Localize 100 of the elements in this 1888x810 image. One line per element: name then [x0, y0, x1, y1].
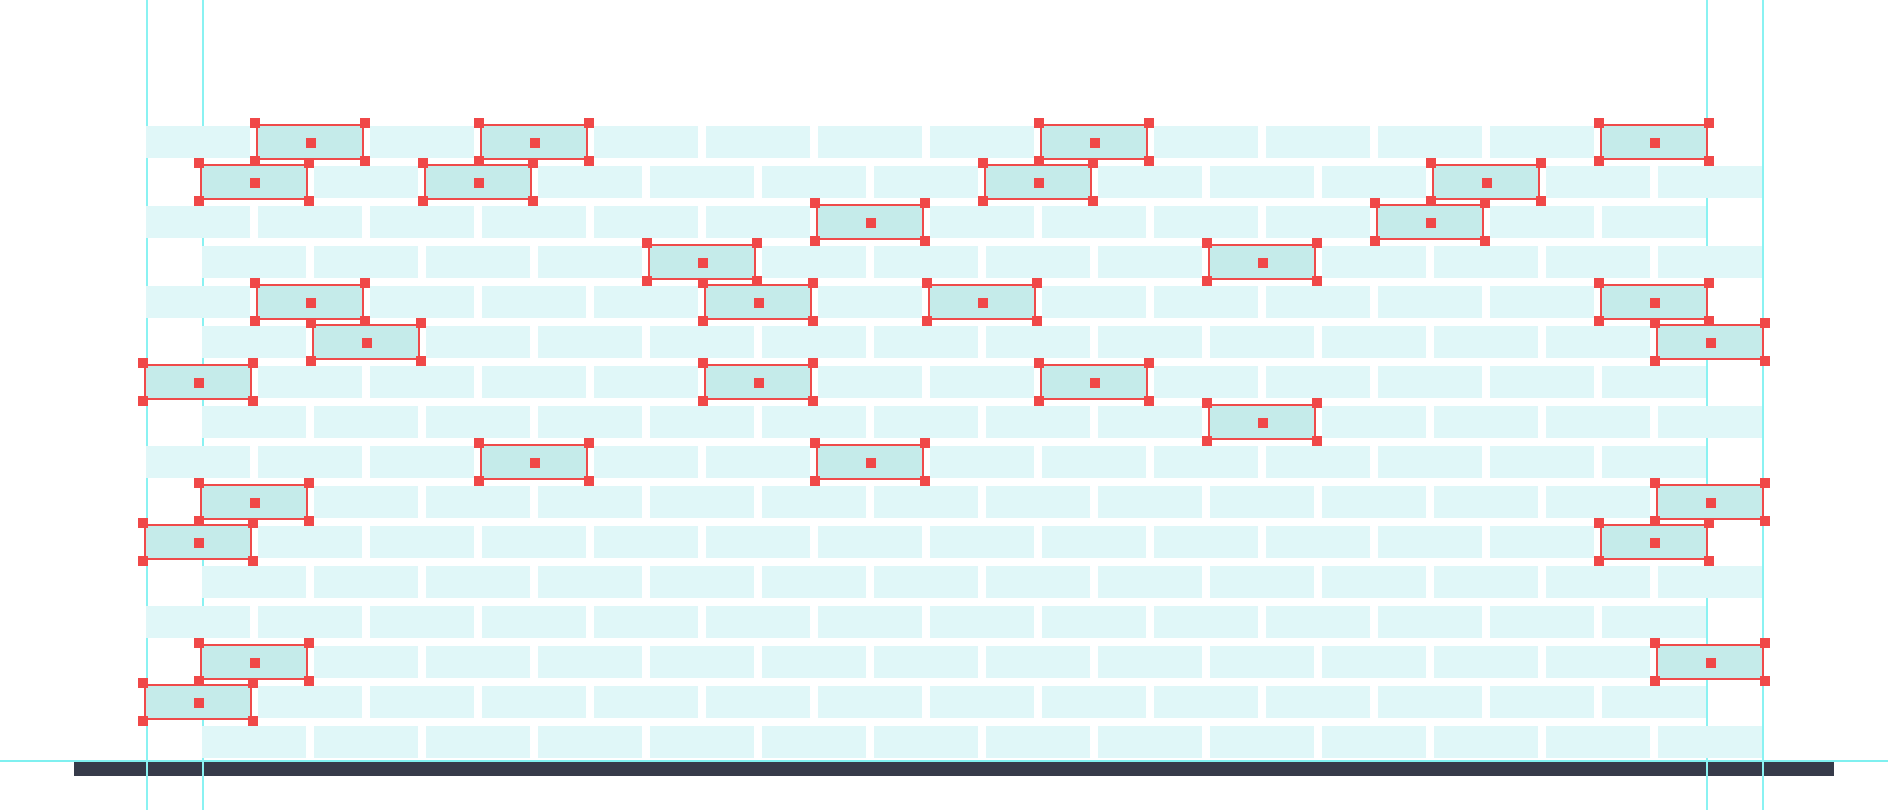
resize-handle[interactable] — [1594, 316, 1604, 326]
brick[interactable] — [1210, 486, 1314, 518]
brick[interactable] — [930, 686, 1034, 718]
resize-handle[interactable] — [808, 396, 818, 406]
resize-handle[interactable] — [810, 236, 820, 246]
resize-handle[interactable] — [306, 356, 316, 366]
resize-handle[interactable] — [248, 556, 258, 566]
brick[interactable] — [1546, 726, 1650, 758]
center-handle[interactable] — [194, 378, 204, 388]
brick[interactable] — [1098, 646, 1202, 678]
resize-handle[interactable] — [698, 358, 708, 368]
brick[interactable] — [594, 606, 698, 638]
resize-handle[interactable] — [642, 238, 652, 248]
selected-brick[interactable] — [480, 124, 588, 160]
brick[interactable] — [1378, 606, 1482, 638]
center-handle[interactable] — [754, 378, 764, 388]
resize-handle[interactable] — [1312, 398, 1322, 408]
brick[interactable] — [482, 606, 586, 638]
brick[interactable] — [482, 526, 586, 558]
resize-handle[interactable] — [1760, 676, 1770, 686]
selected-brick[interactable] — [928, 284, 1036, 320]
brick[interactable] — [1210, 726, 1314, 758]
center-handle[interactable] — [1090, 138, 1100, 148]
brick[interactable] — [650, 726, 754, 758]
resize-handle[interactable] — [922, 278, 932, 288]
resize-handle[interactable] — [1760, 356, 1770, 366]
resize-handle[interactable] — [250, 118, 260, 128]
brick[interactable] — [370, 686, 474, 718]
brick[interactable] — [1434, 726, 1538, 758]
resize-handle[interactable] — [1536, 196, 1546, 206]
selected-brick[interactable] — [144, 364, 252, 400]
resize-handle[interactable] — [248, 716, 258, 726]
brick[interactable] — [1378, 446, 1482, 478]
brick[interactable] — [762, 726, 866, 758]
resize-handle[interactable] — [138, 358, 148, 368]
center-handle[interactable] — [530, 458, 540, 468]
brick[interactable] — [1154, 606, 1258, 638]
resize-handle[interactable] — [1370, 198, 1380, 208]
selected-brick[interactable] — [704, 364, 812, 400]
brick[interactable] — [1378, 366, 1482, 398]
brick[interactable] — [482, 366, 586, 398]
selected-brick[interactable] — [312, 324, 420, 360]
brick[interactable] — [1490, 686, 1594, 718]
selected-brick[interactable] — [144, 684, 252, 720]
brick[interactable] — [538, 646, 642, 678]
brick[interactable] — [1266, 526, 1370, 558]
brick[interactable] — [818, 526, 922, 558]
resize-handle[interactable] — [194, 196, 204, 206]
resize-handle[interactable] — [1594, 156, 1604, 166]
resize-handle[interactable] — [138, 556, 148, 566]
brick[interactable] — [1210, 166, 1314, 198]
resize-handle[interactable] — [584, 156, 594, 166]
resize-handle[interactable] — [810, 198, 820, 208]
brick[interactable] — [426, 566, 530, 598]
brick[interactable] — [1322, 566, 1426, 598]
resize-handle[interactable] — [1032, 316, 1042, 326]
resize-handle[interactable] — [248, 358, 258, 368]
resize-handle[interactable] — [1144, 396, 1154, 406]
brick[interactable] — [1210, 566, 1314, 598]
brick[interactable] — [1266, 126, 1370, 158]
selected-brick[interactable] — [1656, 644, 1764, 680]
resize-handle[interactable] — [1650, 638, 1660, 648]
resize-handle[interactable] — [138, 396, 148, 406]
resize-handle[interactable] — [304, 196, 314, 206]
resize-handle[interactable] — [418, 158, 428, 168]
resize-handle[interactable] — [920, 438, 930, 448]
resize-handle[interactable] — [1312, 276, 1322, 286]
selected-brick[interactable] — [816, 204, 924, 240]
resize-handle[interactable] — [752, 238, 762, 248]
resize-handle[interactable] — [584, 476, 594, 486]
brick[interactable] — [482, 686, 586, 718]
resize-handle[interactable] — [920, 198, 930, 208]
selected-brick[interactable] — [648, 244, 756, 280]
brick[interactable] — [482, 286, 586, 318]
resize-handle[interactable] — [1480, 236, 1490, 246]
center-handle[interactable] — [250, 658, 260, 668]
brick[interactable] — [1658, 406, 1762, 438]
center-handle[interactable] — [306, 138, 316, 148]
resize-handle[interactable] — [1760, 478, 1770, 488]
resize-handle[interactable] — [304, 638, 314, 648]
selected-brick[interactable] — [984, 164, 1092, 200]
brick[interactable] — [706, 126, 810, 158]
resize-handle[interactable] — [1594, 518, 1604, 528]
center-handle[interactable] — [978, 298, 988, 308]
resize-handle[interactable] — [1480, 198, 1490, 208]
resize-handle[interactable] — [1202, 276, 1212, 286]
center-handle[interactable] — [1650, 298, 1660, 308]
brick[interactable] — [370, 526, 474, 558]
brick[interactable] — [650, 646, 754, 678]
brick[interactable] — [538, 326, 642, 358]
resize-handle[interactable] — [528, 196, 538, 206]
resize-handle[interactable] — [1760, 318, 1770, 328]
selected-brick[interactable] — [704, 284, 812, 320]
resize-handle[interactable] — [808, 316, 818, 326]
resize-handle[interactable] — [922, 316, 932, 326]
resize-handle[interactable] — [698, 316, 708, 326]
brick[interactable] — [930, 606, 1034, 638]
resize-handle[interactable] — [474, 476, 484, 486]
center-handle[interactable] — [1090, 378, 1100, 388]
resize-handle[interactable] — [1144, 156, 1154, 166]
